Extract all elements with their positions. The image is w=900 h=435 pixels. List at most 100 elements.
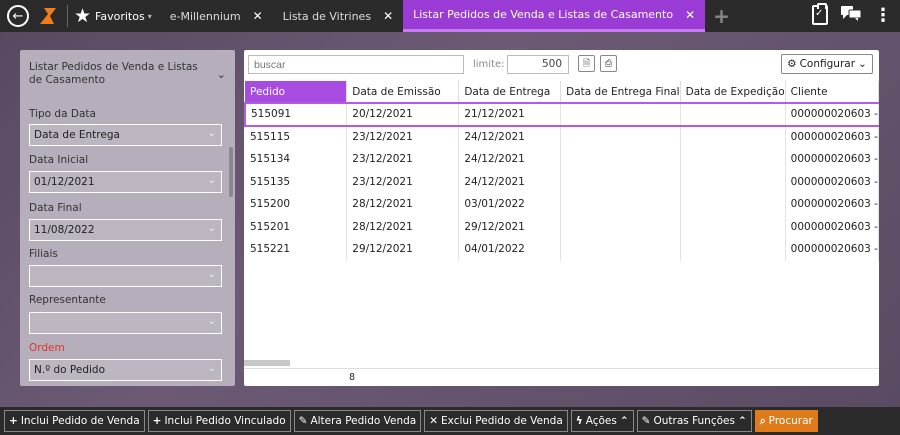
close-icon: ✕ — [429, 415, 439, 427]
divider — [67, 5, 68, 27]
table-row[interactable]: 515201 28/12/2021 29/12/2021 00000002060… — [245, 215, 879, 238]
column-header-data-entrega-final[interactable]: Data de Entrega Final — [560, 81, 681, 103]
cell-data-emissao: 29/12/2021 — [346, 238, 460, 261]
cell-data-expedicao — [680, 215, 786, 238]
outras-funcoes-button[interactable]: ✎ Outras Funções ⌃ — [636, 410, 752, 432]
cell-pedido: 515135 — [245, 170, 348, 193]
representante-label: Representante — [29, 294, 106, 306]
cell-data-entrega-final — [560, 148, 681, 171]
chevron-down-icon: ⌄ — [207, 316, 216, 327]
column-header-pedido[interactable]: Pedido — [245, 81, 348, 103]
brand-logo-icon[interactable] — [37, 5, 59, 27]
cell-data-emissao: 23/12/2021 — [346, 148, 460, 171]
close-icon[interactable]: ✕ — [253, 9, 263, 23]
field-value: 11/08/2022 — [34, 224, 95, 236]
chevron-up-icon: ⌃ — [737, 415, 747, 427]
more-vertical-icon[interactable]: ⋮ — [874, 5, 892, 26]
inclui-pedido-vinculado-button[interactable]: + Inclui Pedido Vinculado — [147, 410, 291, 432]
cell-data-emissao: 28/12/2021 — [346, 215, 460, 238]
data-inicial-field[interactable]: 01/12/2021 ⌄ — [29, 171, 222, 193]
cell-data-expedicao — [680, 102, 786, 127]
grid-footer: 8 — [244, 368, 879, 386]
tab-label: Lista de Vitrines — [282, 9, 372, 23]
tipo-data-select[interactable]: Data de Entrega ⌄ — [29, 124, 222, 146]
print-icon: ⎙ — [604, 58, 613, 69]
configurar-label: Configurar — [799, 58, 856, 70]
cell-data-emissao: 23/12/2021 — [346, 170, 460, 193]
column-header-cliente[interactable]: Cliente — [785, 81, 879, 103]
cell-cliente: 000000020603 - — [785, 125, 879, 148]
button-label: Altera Pedido Venda — [310, 415, 417, 427]
orders-grid-panel: limite: 500 🗎 ⎙ ⚙ Configurar ⌄ Pedido Da… — [244, 50, 879, 386]
close-icon[interactable]: ✕ — [383, 9, 393, 23]
horizontal-scrollbar[interactable] — [244, 360, 290, 366]
table-row[interactable]: 515221 29/12/2021 04/01/2022 00000002060… — [245, 238, 879, 261]
export-file-icon: 🗎 — [582, 58, 591, 69]
tab-lista-de-vitrines[interactable]: Lista de Vitrines ✕ — [273, 0, 403, 32]
tab-label: e-Millennium — [169, 9, 241, 23]
cell-pedido: 515134 — [245, 148, 348, 171]
cell-cliente: 000000020603 - — [785, 170, 879, 193]
cell-data-entrega: 24/12/2021 — [458, 148, 562, 171]
star-icon: ★ — [74, 5, 92, 27]
button-label: Ações — [585, 415, 617, 427]
filter-title: Listar Pedidos de Venda e Listas de Casa… — [29, 61, 198, 86]
altera-pedido-venda-button[interactable]: ✎ Altera Pedido Venda — [293, 410, 422, 432]
column-header-data-expedicao[interactable]: Data de Expedição — [680, 81, 786, 103]
filiais-select[interactable]: ⌄ — [29, 265, 222, 287]
chat-icon[interactable] — [840, 4, 862, 26]
ordem-label: Ordem — [29, 342, 65, 354]
orders-table: Pedido Data de Emissão Data de Entrega D… — [244, 81, 879, 261]
export-button[interactable]: 🗎 — [578, 55, 595, 72]
cell-data-emissao: 20/12/2021 — [346, 102, 460, 127]
procurar-button[interactable]: ⌕ Procurar — [754, 410, 818, 432]
add-tab-icon[interactable]: + — [713, 4, 730, 28]
cell-data-expedicao — [680, 170, 786, 193]
top-bar: ← ★ Favoritos ▾ e-Millennium ✕ Lista de … — [0, 0, 900, 32]
plus-icon: + — [9, 415, 18, 427]
print-button[interactable]: ⎙ — [600, 55, 617, 72]
clipboard-check-icon[interactable] — [812, 3, 828, 25]
acoes-button[interactable]: ϟ Ações ⌃ — [570, 410, 634, 432]
chevron-down-icon: ⌄ — [207, 269, 216, 280]
table-row[interactable]: 515200 28/12/2021 03/01/2022 00000002060… — [245, 193, 879, 216]
table-row[interactable]: 515134 23/12/2021 24/12/2021 00000002060… — [245, 148, 879, 171]
representante-select[interactable]: ⌄ — [29, 312, 222, 334]
button-label: Outras Funções — [653, 415, 735, 427]
limit-input[interactable]: 500 — [507, 55, 569, 74]
inclui-pedido-venda-button[interactable]: + Inclui Pedido de Venda — [4, 410, 145, 432]
tab-listar-pedidos[interactable]: Listar Pedidos de Venda e Listas de Casa… — [403, 0, 706, 32]
cell-cliente: 000000020603 - — [785, 148, 879, 171]
table-row[interactable]: 515115 23/12/2021 24/12/2021 00000002060… — [245, 125, 879, 148]
table-header-row: Pedido Data de Emissão Data de Entrega D… — [245, 81, 879, 103]
chevron-down-icon[interactable]: ⌄ — [217, 68, 226, 81]
table-row[interactable]: 515135 23/12/2021 24/12/2021 00000002060… — [245, 170, 879, 193]
filter-scrollbar[interactable] — [229, 147, 233, 197]
cell-data-expedicao — [680, 148, 786, 171]
button-label: Inclui Pedido Vinculado — [164, 415, 286, 427]
favorites-menu[interactable]: ★ Favoritos ▾ — [74, 5, 152, 27]
chevron-down-icon: ⌄ — [207, 363, 216, 374]
topbar-right-tools: ⋮ — [812, 3, 892, 26]
button-label: Inclui Pedido de Venda — [20, 415, 140, 427]
button-label: Exclui Pedido de Venda — [441, 415, 563, 427]
ordem-select[interactable]: N.º do Pedido ⌄ — [29, 359, 222, 381]
back-arrow-icon[interactable]: ← — [7, 5, 29, 27]
column-header-data-entrega[interactable]: Data de Entrega — [458, 81, 562, 103]
search-input[interactable] — [248, 55, 464, 74]
cell-data-entrega: 03/01/2022 — [458, 193, 562, 216]
select-value: N.º do Pedido — [34, 364, 105, 376]
chevron-down-icon: ⌄ — [207, 128, 216, 139]
cell-data-entrega: 24/12/2021 — [458, 170, 562, 193]
button-label: Procurar — [768, 415, 813, 427]
close-icon[interactable]: ✕ — [685, 8, 695, 22]
chevron-down-icon: ⌄ — [207, 175, 216, 186]
configurar-button[interactable]: ⚙ Configurar ⌄ — [781, 54, 873, 74]
cell-pedido: 515201 — [245, 215, 348, 238]
exclui-pedido-venda-button[interactable]: ✕ Exclui Pedido de Venda — [424, 410, 568, 432]
data-final-label: Data Final — [29, 202, 82, 214]
tab-e-millennium[interactable]: e-Millennium ✕ — [160, 0, 273, 32]
table-row[interactable]: 515091 20/12/2021 21/12/2021 00000002060… — [244, 102, 879, 127]
column-header-data-emissao[interactable]: Data de Emissão — [346, 81, 460, 103]
data-final-field[interactable]: 11/08/2022 ⌄ — [29, 219, 222, 241]
